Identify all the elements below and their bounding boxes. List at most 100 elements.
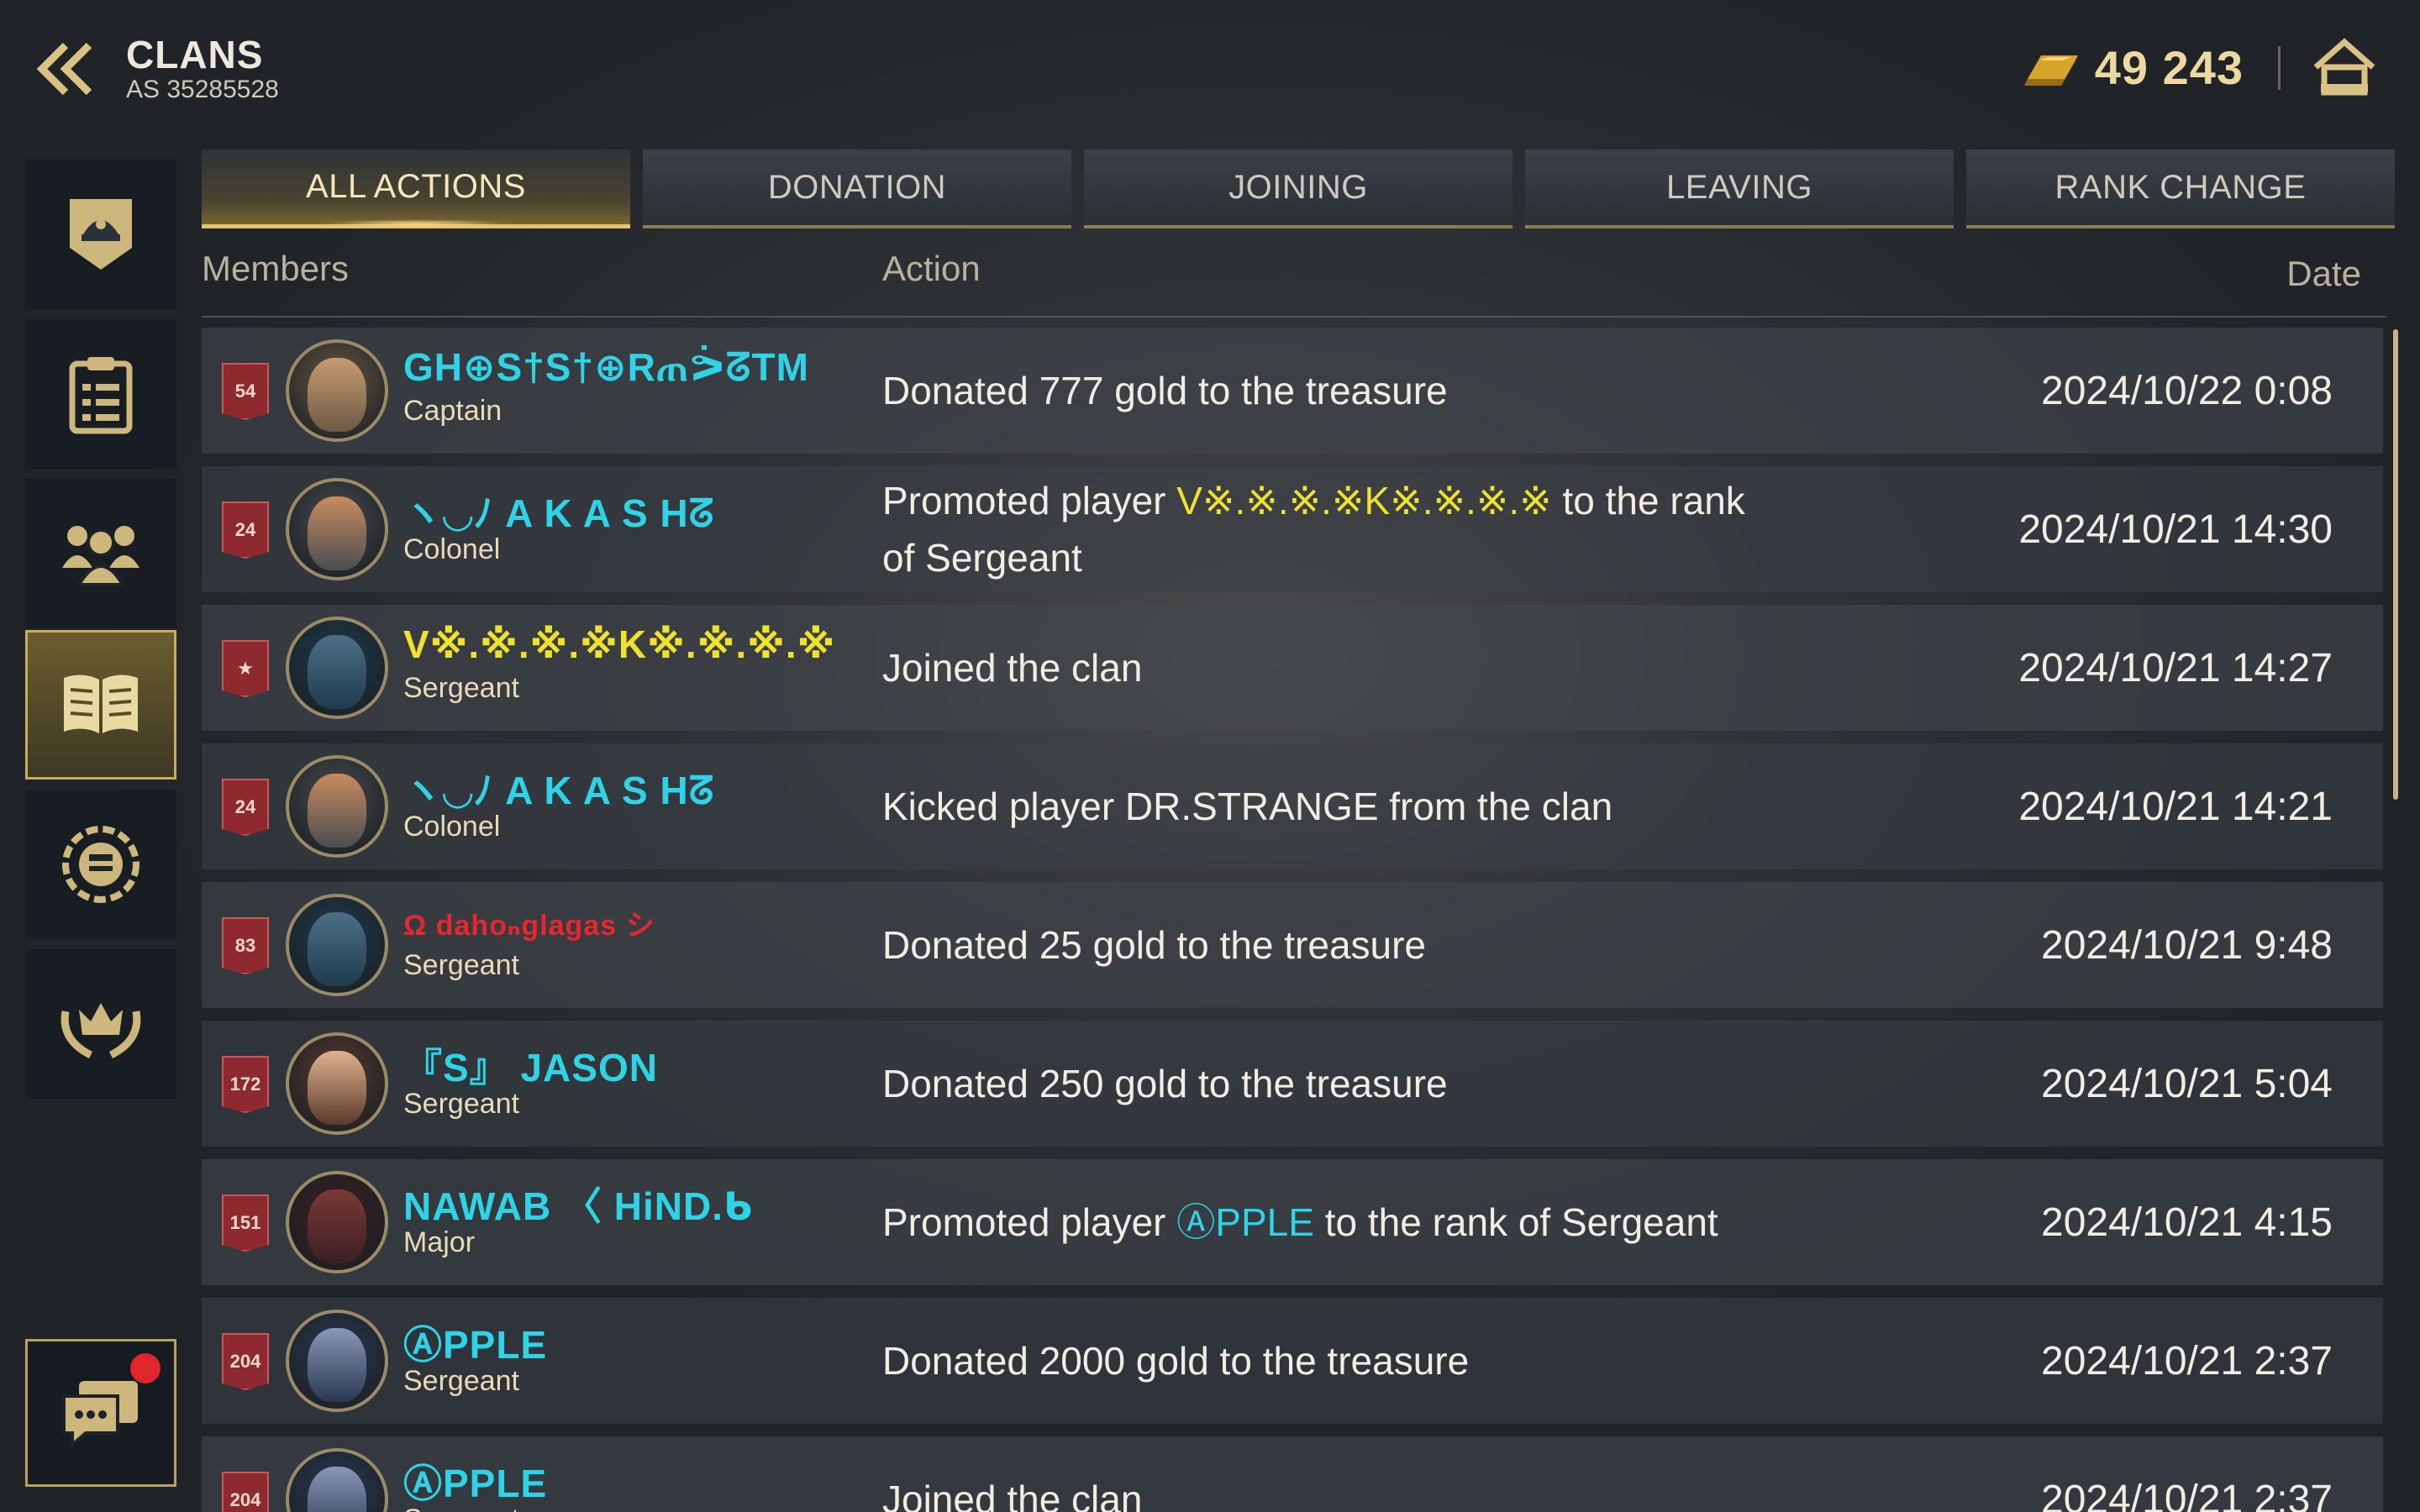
avatar-portrait (308, 635, 366, 709)
action-date: 2024/10/21 14:21 (2018, 784, 2333, 829)
table-row[interactable]: 172 『S』 JASON Sergeant Donated 250 gold to … (202, 1021, 2383, 1147)
member-rank: Sergeant (403, 1088, 519, 1120)
action-text-main: Donated 25 gold to the treasure (882, 923, 1427, 967)
action-text: Donated 25 gold to the treasure (882, 882, 1765, 1008)
action-sentence: Promoted player ⒶPPLE to the rank of Ser… (882, 1194, 1718, 1251)
sidebar-item-ranking[interactable] (25, 949, 176, 1099)
action-sentence: Donated 250 gold to the treasure (882, 1055, 1448, 1112)
double-chevron-left-icon (36, 42, 92, 96)
avatar[interactable] (286, 1310, 388, 1412)
column-header-members: Members (202, 249, 350, 288)
sidebar-item-log[interactable] (25, 630, 176, 780)
action-date: 2024/10/21 4:15 (2041, 1200, 2333, 1245)
avatar[interactable] (286, 339, 388, 442)
scrollbar[interactable] (2393, 329, 2398, 800)
action-date: 2024/10/21 14:27 (2018, 645, 2333, 690)
action-sentence: Joined the clan (882, 639, 1142, 696)
avatar[interactable] (286, 755, 388, 858)
member-name[interactable]: ⒶPPLE (403, 1453, 547, 1509)
avatar[interactable] (286, 617, 388, 719)
action-text-main: Joined the clan (882, 1478, 1143, 1512)
table-row[interactable]: 151 NAWAB 〈 HiND.ᑲ Major Promoted player ⒶP… (202, 1159, 2383, 1285)
sidebar-item-war[interactable] (25, 790, 176, 939)
level-badge: 24 (222, 501, 269, 559)
action-date: 2024/10/21 5:04 (2041, 1061, 2333, 1106)
action-sentence: Joined the clan (882, 1471, 1142, 1512)
gold-bar-icon (2023, 55, 2078, 86)
level-badge: 204 (222, 1472, 269, 1512)
member-rank: Sergeant (403, 672, 519, 704)
filter-tabs: ALL ACTIONS DONATION JOINING LEAVING RAN… (202, 150, 2395, 228)
notification-dot (130, 1353, 160, 1383)
action-sentence: Promoted player V※.※.※.※K※.※.※.※ to the … (882, 472, 1765, 586)
column-header-date: Date (2286, 254, 2361, 293)
action-text-main: Promoted player (882, 479, 1177, 522)
member-name[interactable]: ヽ◡ﾉ A K A S Hᘔ (403, 760, 714, 816)
crown-laurel-icon (60, 1003, 141, 1059)
action-date: 2024/10/21 2:37 (2041, 1477, 2333, 1512)
member-name[interactable]: V※.※.※.※K※.※.※.※ (403, 622, 835, 667)
level-badge: 24 (222, 779, 269, 836)
tab-joining[interactable]: JOINING (1084, 150, 1512, 228)
action-text-main: Donated 2000 gold to the treasure (882, 1339, 1470, 1383)
members-group-icon (62, 526, 139, 586)
action-text-main: Joined the clan (882, 646, 1143, 690)
action-text-main: Kicked player DR.STRANGE from the clan (882, 785, 1613, 828)
table-row[interactable]: 24 ヽ◡ﾉ A K A S Hᘔ Colonel Kicked player DR.… (202, 743, 2383, 869)
member-rank: Major (403, 1226, 476, 1258)
header-divider (202, 316, 2386, 318)
avatar-portrait (308, 912, 366, 986)
action-text: Promoted player ⒶPPLE to the rank of Ser… (882, 1159, 1765, 1285)
member-name[interactable]: ヽ◡ﾉ A K A S Hᘔ (403, 483, 714, 538)
action-date: 2024/10/21 2:37 (2041, 1338, 2333, 1383)
member-rank: Sergeant (403, 1504, 519, 1512)
page-title: CLANS (126, 33, 264, 76)
action-date: 2024/10/21 14:30 (2018, 507, 2333, 552)
member-rank: Colonel (403, 811, 501, 843)
home-button[interactable] (2311, 34, 2378, 101)
action-date: 2024/10/21 9:48 (2041, 922, 2333, 968)
sidebar-item-emblem[interactable] (25, 160, 176, 309)
table-row[interactable]: 204 ⒶPPLESergeant Joined the clan 2024/10/2… (202, 1436, 2383, 1512)
chat-button[interactable] (25, 1339, 176, 1487)
action-player-name[interactable]: ⒶPPLE (1176, 1200, 1314, 1244)
open-book-icon (64, 675, 138, 733)
avatar[interactable] (286, 478, 388, 580)
action-text-main: Donated 250 gold to the treasure (882, 1062, 1448, 1105)
member-name[interactable]: 『S』 JASON (403, 1037, 658, 1093)
sidebar-item-tasks[interactable] (25, 319, 176, 469)
tab-donation[interactable]: DONATION (643, 150, 1071, 228)
member-name[interactable]: Ω dahoₙglagas シ (403, 902, 655, 943)
action-log-list: 54 GH⊕S†S†⊕RጠᕘᘔTM Captain Donated 777 gold … (202, 328, 2383, 1512)
table-row[interactable]: 204 ⒶPPLE Sergeant Donated 2000 gold to the… (202, 1298, 2383, 1424)
tab-leaving[interactable]: LEAVING (1525, 150, 1954, 228)
table-row[interactable]: 54 GH⊕S†S†⊕RጠᕘᘔTM Captain Donated 777 gold … (202, 328, 2383, 454)
table-row[interactable]: ★ V※.※.※.※K※.※.※.※ Sergeant Joined the clan… (202, 605, 2383, 731)
clan-title-block: CLANS AS 35285528 (126, 32, 279, 104)
member-name[interactable]: GH⊕S†S†⊕RጠᕘᘔTM (403, 344, 809, 391)
action-player-name[interactable]: V※.※.※.※K※.※.※.※ (1176, 479, 1551, 522)
back-button[interactable] (34, 35, 101, 102)
shield-helmet-icon (70, 199, 132, 270)
avatar[interactable] (286, 894, 388, 996)
column-header-action: Action (882, 249, 981, 288)
action-text: Donated 777 gold to the treasure (882, 328, 1765, 454)
sidebar-item-members[interactable] (25, 479, 176, 628)
member-name[interactable]: NAWAB 〈 HiND.ᑲ (403, 1176, 753, 1231)
avatar-portrait (308, 774, 366, 848)
tab-rank-change[interactable]: RANK CHANGE (1966, 150, 2395, 228)
avatar[interactable] (286, 1032, 388, 1135)
avatar[interactable] (286, 1448, 388, 1512)
clipboard-icon (69, 357, 133, 434)
avatar-portrait (308, 496, 366, 570)
member-rank: Captain (403, 395, 502, 427)
table-row[interactable]: 24 ヽ◡ﾉ A K A S Hᘔ Colonel Promoted player V… (202, 466, 2383, 592)
action-text-main: Donated 777 gold to the treasure (882, 369, 1448, 412)
tab-all-actions[interactable]: ALL ACTIONS (202, 150, 630, 228)
table-row[interactable]: 83 Ω dahoₙglagas シ Sergeant Donated 25 gold… (202, 882, 2383, 1008)
avatar[interactable] (286, 1171, 388, 1273)
member-name[interactable]: ⒶPPLE (403, 1315, 547, 1370)
avatar-portrait (308, 1189, 366, 1263)
divider (2278, 46, 2281, 90)
member-rank: Colonel (403, 533, 501, 565)
